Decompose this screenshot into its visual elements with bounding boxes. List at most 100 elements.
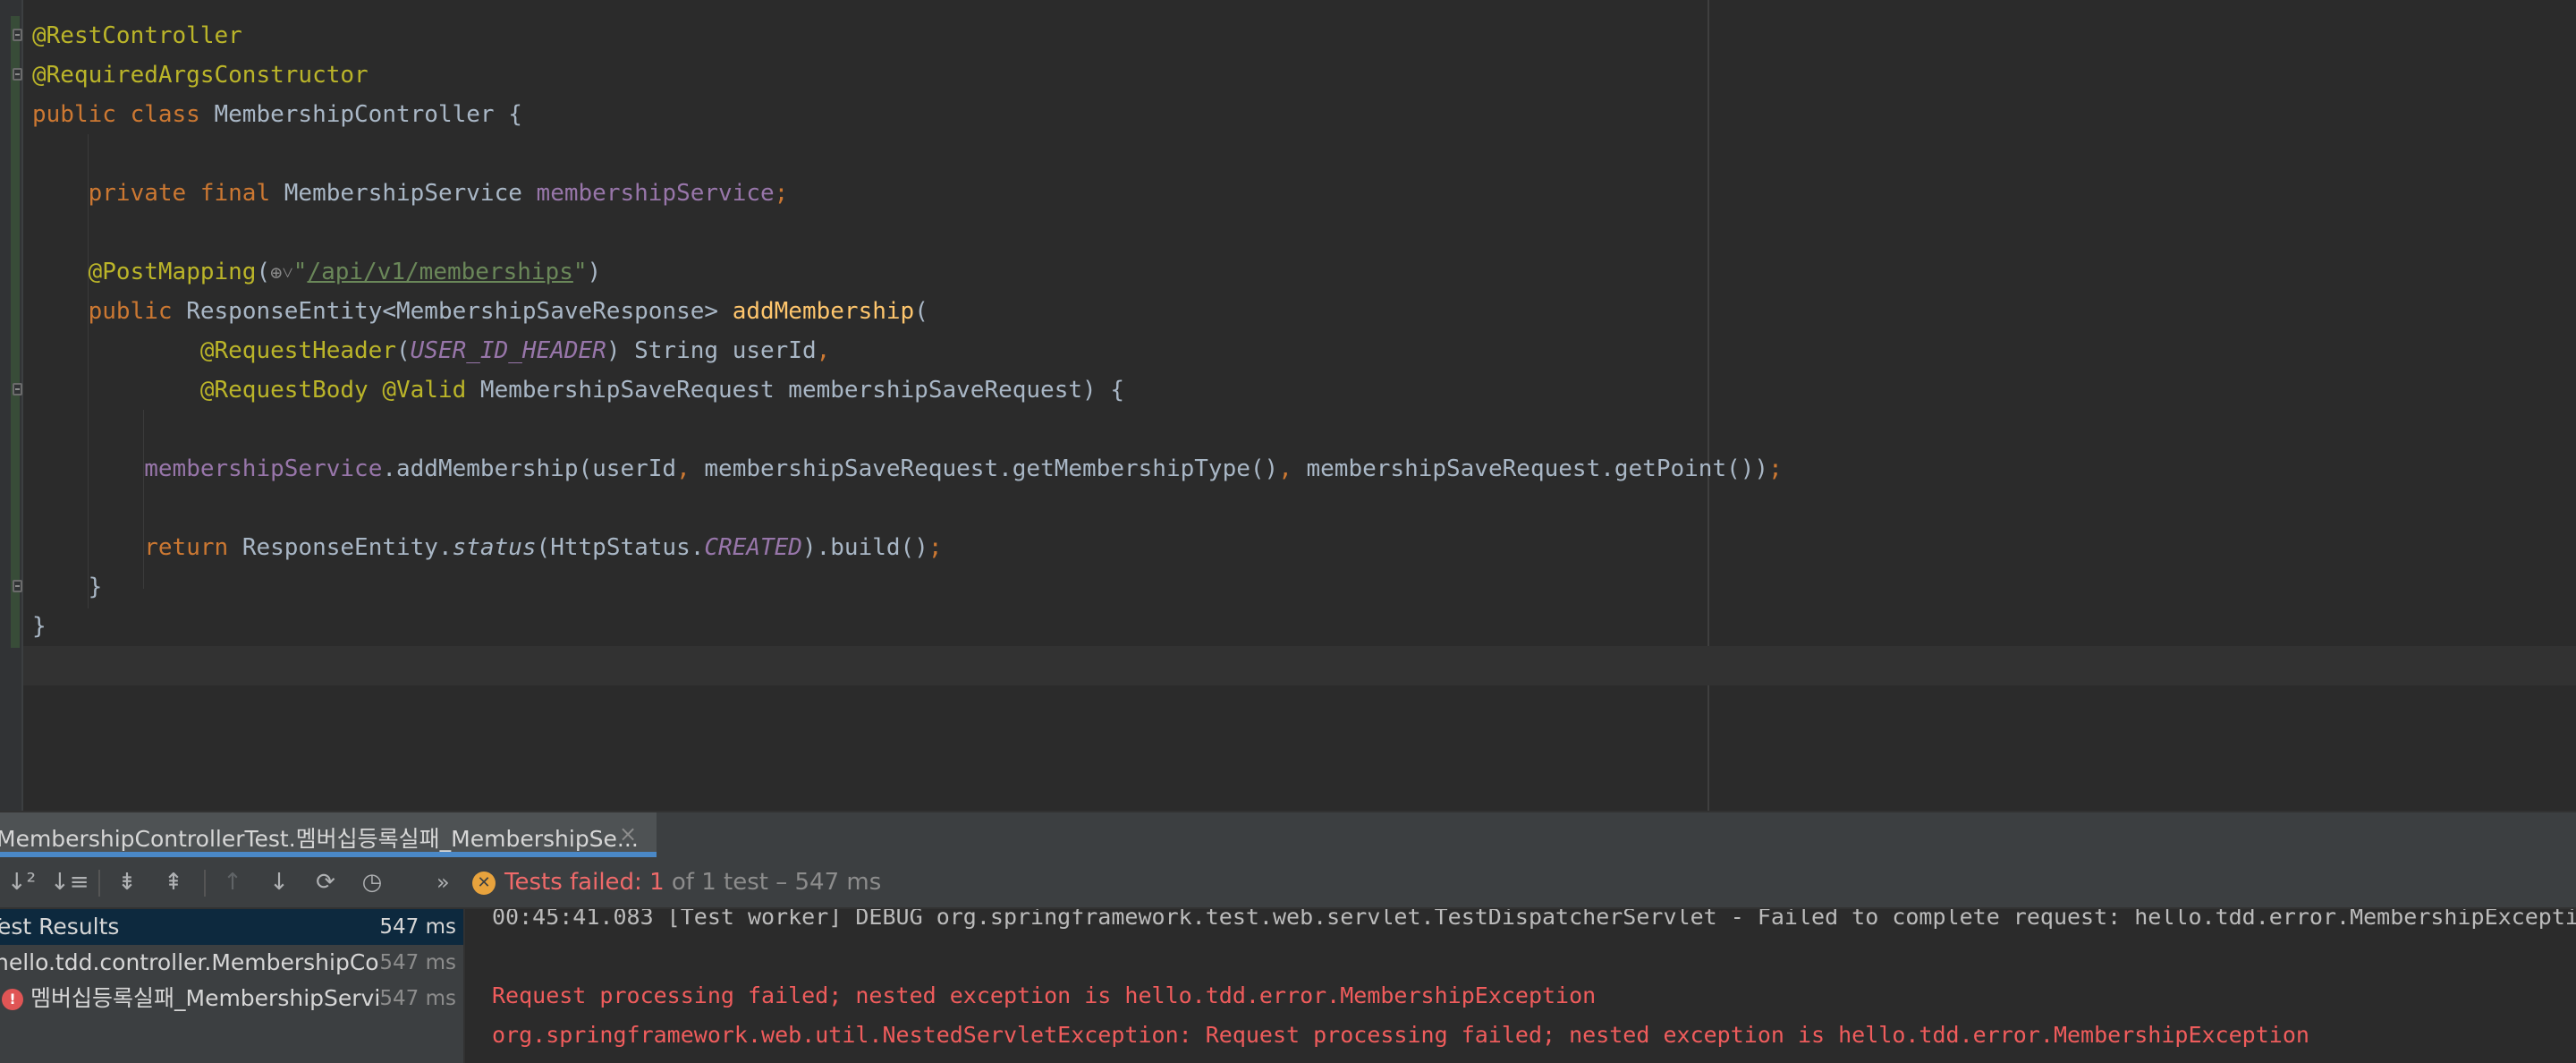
- code-token: ,: [1278, 455, 1307, 482]
- vcs-change-marker[interactable]: [11, 16, 20, 648]
- tree-row-test-class[interactable]: hello.tdd.controller.MembershipControlle…: [0, 945, 463, 981]
- code-line[interactable]: return ResponseEntity.status(HttpStatus.…: [32, 528, 1783, 567]
- failed-status-icon: ✕: [472, 872, 496, 895]
- code-token: ": [572, 259, 588, 285]
- code-token: status: [452, 534, 537, 561]
- previous-failed-test-icon[interactable]: ↑: [215, 866, 250, 898]
- code-token: (HttpStatus.: [536, 534, 705, 561]
- code-line[interactable]: @RequiredArgsConstructor: [32, 55, 1783, 95]
- code-line[interactable]: [32, 489, 1783, 528]
- code-token: (: [256, 259, 271, 285]
- code-token: ;: [774, 180, 789, 207]
- next-failed-test-icon[interactable]: ↓: [261, 866, 297, 898]
- console-line: org.springframework.web.util.NestedServl…: [492, 1022, 2309, 1048]
- test-summary: of 1 test – 547 ms: [664, 869, 882, 896]
- code-token: (: [396, 337, 411, 364]
- console-output[interactable]: 00:45:41.083 [Test worker] DEBUG org.spr…: [465, 909, 2576, 1063]
- code-line[interactable]: @RequestBody @Valid MembershipSaveReques…: [32, 370, 1783, 410]
- code-token: @RestController: [32, 22, 242, 49]
- tree-row-label: 멤버십등록실패_MembershipServiceException: [30, 985, 379, 1011]
- code-line[interactable]: @RequestHeader(USER_ID_HEADER) String us…: [32, 331, 1783, 370]
- code-text[interactable]: @RestController @RequiredArgsConstructor p…: [32, 16, 1783, 646]
- code-line[interactable]: public ResponseEntity<MembershipSaveResp…: [32, 292, 1783, 331]
- code-token: membershipSaveRequest.getPoint()): [1306, 455, 1769, 482]
- code-line[interactable]: @RestController: [32, 16, 1783, 55]
- code-token: @Valid: [382, 377, 480, 404]
- code-line[interactable]: [32, 213, 1783, 252]
- rerun-icon[interactable]: ⟳: [308, 866, 343, 898]
- code-token: return: [144, 534, 242, 561]
- code-line[interactable]: [32, 410, 1783, 449]
- code-token: ": [292, 259, 308, 285]
- code-token: public class: [32, 101, 215, 128]
- code-token: ) String userId: [606, 337, 817, 364]
- test-status: Tests failed: 1 of 1 test – 547 ms: [504, 869, 881, 896]
- tree-row-label: Test Results: [0, 914, 120, 940]
- toolbar-separator: [204, 870, 206, 897]
- code-token: membershipService: [536, 180, 775, 207]
- current-line-highlight: [23, 646, 2576, 685]
- code-line[interactable]: private final MembershipService membersh…: [32, 174, 1783, 213]
- fold-marker[interactable]: [13, 29, 22, 41]
- fold-marker[interactable]: [13, 68, 22, 81]
- code-token: ;: [928, 534, 943, 561]
- code-token: ,: [676, 455, 705, 482]
- tree-row-test-results[interactable]: Test Results 547 ms: [0, 909, 463, 945]
- code-token: USER_ID_HEADER: [410, 337, 606, 364]
- close-icon[interactable]: ×: [619, 821, 637, 846]
- error-icon: !: [2, 989, 23, 1010]
- code-token: ).build(): [801, 534, 928, 561]
- code-token: @PostMapping: [88, 259, 257, 285]
- code-token: @RequestBody: [199, 377, 383, 404]
- code-line[interactable]: }: [32, 567, 1783, 607]
- sort-alphabetically-icon[interactable]: ↓²: [4, 866, 39, 898]
- code-line[interactable]: }: [32, 607, 1783, 646]
- code-token: public: [88, 298, 187, 325]
- code-token: MembershipSaveRequest membershipSaveRequ…: [479, 377, 1124, 404]
- code-token: }: [32, 613, 47, 640]
- code-token: .addMembership(userId: [382, 455, 677, 482]
- code-token: /api/v1/memberships: [307, 259, 573, 285]
- tree-row-label: hello.tdd.controller.MembershipControlle…: [0, 949, 415, 975]
- code-token: membershipSaveRequest.getMembershipType(…: [704, 455, 1279, 482]
- code-token: CREATED: [704, 534, 802, 561]
- code-line[interactable]: membershipService.addMembership(userId, …: [32, 449, 1782, 489]
- code-token: }: [32, 574, 103, 600]
- code-token: private final: [88, 180, 284, 207]
- tree-row-duration: 547 ms: [379, 981, 456, 1016]
- code-line[interactable]: public class MembershipController {: [32, 95, 1783, 134]
- tree-row-test-method[interactable]: ! 멤버십등록실패_MembershipServiceException 547…: [0, 981, 463, 1016]
- test-toolbar: ↓² ↓≡ ⇟ ⇞ ↑ ↓ ⟳ ◷ » ✕ Tests failed: 1 of…: [0, 857, 2576, 909]
- fold-marker[interactable]: [13, 580, 22, 592]
- run-tab[interactable]: MembershipControllerTest.멤버십등록실패_Members…: [0, 812, 657, 857]
- test-history-icon[interactable]: ◷: [354, 866, 390, 898]
- code-line[interactable]: [32, 134, 1783, 174]
- code-line[interactable]: @PostMapping(⊕˅"/api/v1/memberships"): [32, 252, 1783, 292]
- collapse-all-icon[interactable]: ⇞: [156, 866, 191, 898]
- code-token: ⊕˅: [270, 262, 293, 285]
- console-line: Request processing failed; nested except…: [492, 982, 1597, 1008]
- expand-all-icon[interactable]: ⇟: [109, 866, 145, 898]
- test-results-tree[interactable]: Test Results 547 ms hello.tdd.controller…: [0, 909, 465, 1063]
- code-token: addMembership: [732, 298, 915, 325]
- run-tab-strip: MembershipControllerTest.멤버십등록실패_Members…: [0, 811, 2576, 857]
- run-tab-title: MembershipControllerTest.멤버십등록실패_Members…: [0, 826, 639, 852]
- fold-marker[interactable]: [13, 383, 22, 395]
- toolbar-overflow-icon[interactable]: »: [436, 870, 450, 895]
- code-token: @RequestHeader: [199, 337, 396, 364]
- sort-by-duration-icon[interactable]: ↓≡: [50, 866, 89, 898]
- code-token: MembershipService: [284, 180, 537, 207]
- code-token: ): [587, 259, 602, 285]
- toolbar-separator: [98, 870, 100, 897]
- console-line: 00:45:41.083 [Test worker] DEBUG org.spr…: [492, 909, 2576, 930]
- code-token: MembershipController {: [214, 101, 522, 128]
- code-token: @RequiredArgsConstructor: [32, 62, 369, 89]
- code-editor[interactable]: @RestController @RequiredArgsConstructor p…: [0, 0, 2576, 811]
- code-token: ,: [816, 337, 831, 364]
- code-token: membershipService: [144, 455, 383, 482]
